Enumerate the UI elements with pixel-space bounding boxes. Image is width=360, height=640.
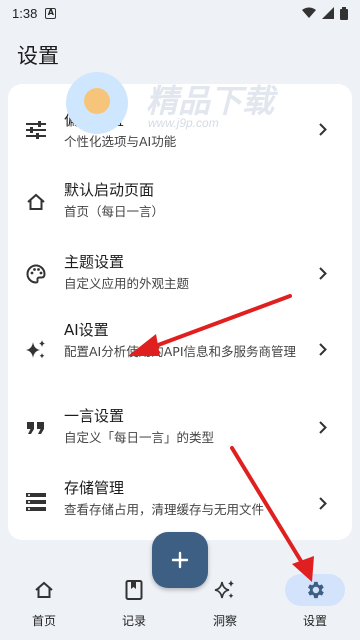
clock: 1:38 — [12, 5, 38, 21]
battery-icon — [340, 6, 348, 20]
row-subtitle: 配置AI分析使用的API信息和多服务商管理 — [64, 344, 297, 359]
chevron-right-icon — [316, 342, 330, 356]
sparkle-icon — [24, 338, 48, 362]
row-title: 默认启动页面 — [64, 181, 155, 199]
chevron-right-icon — [316, 420, 330, 434]
row-title: 主题设置 — [64, 253, 125, 271]
nav-pill — [14, 574, 74, 606]
notification-a-icon: A — [45, 7, 57, 19]
gear-icon — [308, 581, 324, 599]
nav-label: 记录 — [121, 614, 146, 628]
nav-label: 洞察 — [212, 614, 237, 628]
nav-home[interactable]: 首页 — [8, 574, 80, 634]
status-icons — [302, 6, 348, 20]
add-fab-button[interactable] — [152, 532, 208, 588]
row-subtitle: 个性化选项与AI功能 — [64, 134, 177, 149]
row-subtitle: 自定义应用的外观主题 — [64, 276, 190, 291]
nav-pill-active — [285, 574, 345, 606]
quote-icon — [24, 416, 48, 440]
row-subtitle: 查看存储占用，清理缓存与无用文件 — [64, 502, 265, 517]
tune-icon — [24, 118, 48, 142]
wifi-icon — [302, 7, 316, 18]
settings-row-storage[interactable]: 存储管理 查看存储占用，清理缓存与无用文件 — [8, 464, 352, 540]
sparkle-icon — [214, 580, 234, 599]
chevron-right-icon — [316, 122, 330, 136]
page-title: 设置 — [17, 44, 59, 68]
chevron-right-icon — [316, 496, 330, 510]
chevron-right-icon — [316, 266, 330, 280]
nav-settings[interactable]: 设置 — [279, 574, 351, 634]
row-title: 一言设置 — [64, 407, 125, 425]
home-icon — [35, 581, 53, 598]
row-title: 偏好设置 — [64, 111, 125, 129]
nav-label: 首页 — [31, 614, 56, 628]
signal-icon — [322, 7, 334, 19]
home-icon — [24, 190, 48, 214]
row-title: 存储管理 — [64, 479, 125, 497]
status-bar: 1:38 A — [0, 0, 360, 26]
settings-row-preferences[interactable]: 偏好设置 个性化选项与AI功能 — [8, 98, 352, 168]
row-title: AI设置 — [64, 321, 109, 339]
row-subtitle: 首页（每日一言） — [64, 204, 165, 219]
palette-icon — [24, 262, 48, 286]
nav-label: 设置 — [302, 614, 327, 628]
settings-row-quote[interactable]: 一言设置 自定义「每日一言」的类型 — [8, 394, 352, 464]
row-subtitle: 自定义「每日一言」的类型 — [64, 430, 215, 445]
book-icon — [125, 580, 143, 600]
settings-row-default-page[interactable]: 默认启动页面 首页（每日一言） — [8, 168, 352, 238]
plus-icon — [171, 551, 189, 569]
storage-icon — [24, 490, 48, 514]
settings-row-ai[interactable]: AI设置 配置AI分析使用的API信息和多服务商管理 — [8, 310, 352, 392]
settings-row-theme[interactable]: 主题设置 自定义应用的外观主题 — [8, 238, 352, 308]
settings-card: 偏好设置 个性化选项与AI功能 默认启动页面 首页（每日一言） 主题设置 自定义… — [8, 84, 352, 540]
